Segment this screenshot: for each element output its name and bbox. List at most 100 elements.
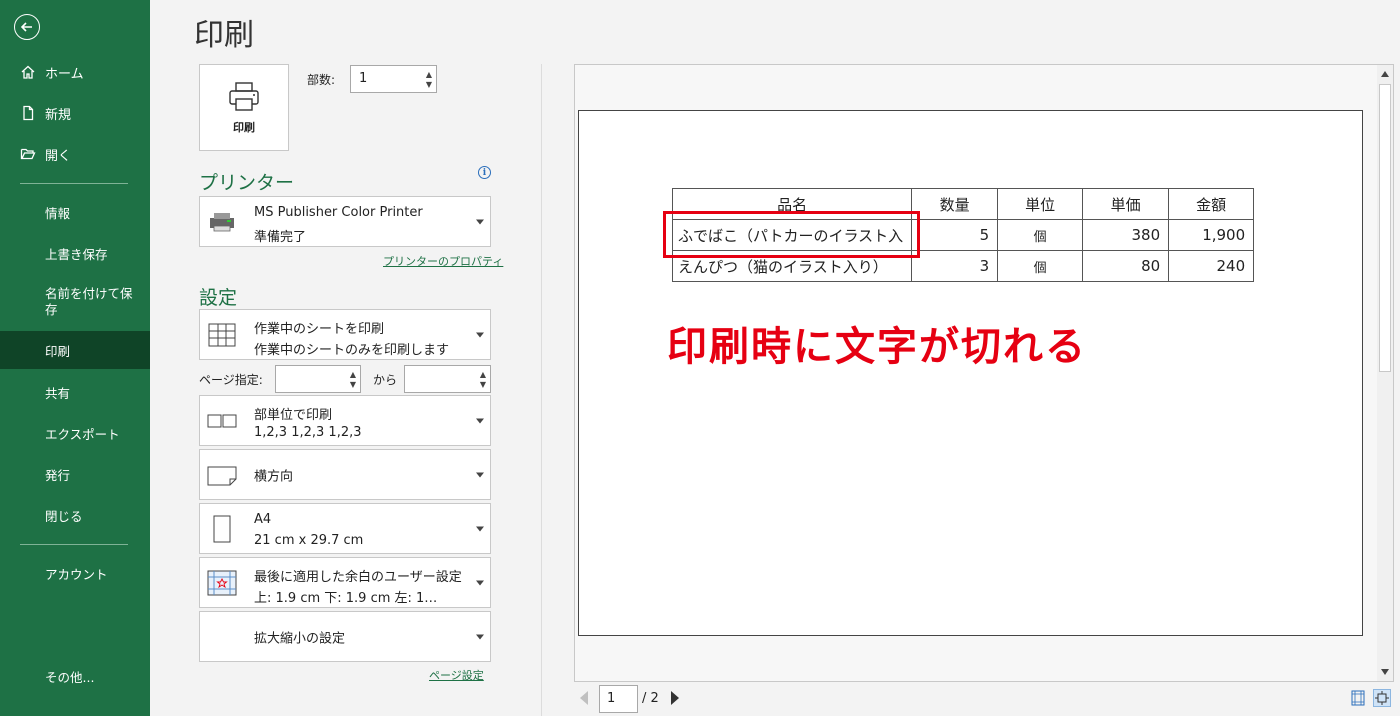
chevron-down-icon[interactable]: ▼ [350,381,356,389]
sidebar-item-export[interactable]: エクスポート [0,414,150,452]
table-cell: 80 [1082,250,1170,282]
table-cell: 3 [911,250,999,282]
page-number-value: 1 [607,691,616,706]
backstage-sidebar: ホーム 新規 開く 情報 上書き保存 名前を付けて保存 印刷 共有 エクスポート… [0,0,150,716]
copies-input[interactable]: 1 ▲ ▼ [350,65,437,93]
collate-desc: 1,2,3 1,2,3 1,2,3 [254,425,362,440]
settings-section-title: 設定 [199,287,238,309]
printer-properties-link[interactable]: プリンターのプロパティ [383,253,503,269]
scaling-dropdown[interactable]: 拡大縮小の設定 [199,611,491,662]
scroll-up-button[interactable] [1377,66,1393,82]
sidebar-item-open[interactable]: 開く [0,138,150,170]
print-button-label: 印刷 [233,120,255,134]
scrollbar-thumb[interactable] [1379,84,1391,372]
print-what-dropdown[interactable]: 作業中のシートを印刷 作業中のシートのみを印刷します [199,309,491,360]
next-page-button[interactable] [671,691,679,705]
panel-divider [541,64,542,716]
print-button[interactable]: 印刷 [199,64,289,151]
chevron-down-icon [476,634,484,639]
sidebar-item-new[interactable]: 新規 [0,97,150,129]
pages-from-input[interactable]: ▲ ▼ [275,365,361,393]
table-header-cell: 数量 [911,188,999,220]
pages-to-label: から [373,373,398,387]
annotation-text: 印刷時に文字が切れる [667,324,1087,370]
margins-desc: 上: 1.9 cm 下: 1.9 cm 左: 1… [254,591,438,606]
chevron-down-icon[interactable]: ▼ [426,81,432,89]
orientation-value: 横方向 [254,469,294,484]
sidebar-item-label: その他... [45,669,95,685]
collate-dropdown[interactable]: 部単位で印刷 1,2,3 1,2,3 1,2,3 [199,395,491,446]
chevron-down-icon [476,332,484,337]
pages-label: ページ指定: [199,373,263,387]
zoom-to-page-button[interactable] [1373,689,1391,707]
sidebar-item-label: 名前を付けて保存 [45,286,133,317]
sidebar-item-print[interactable]: 印刷 [0,331,150,369]
home-icon [19,63,37,81]
printer-section-title: プリンター [199,172,295,194]
info-icon[interactable]: i [478,166,491,179]
chevron-down-icon [476,526,484,531]
sidebar-item-save[interactable]: 上書き保存 [0,234,150,272]
zoom-page-icon [1375,691,1389,705]
sidebar-item-label: 印刷 [45,343,71,359]
printer-device-icon [206,206,238,238]
scroll-down-button[interactable] [1377,664,1393,680]
sidebar-divider [20,183,128,184]
table-header-cell: 単位 [997,188,1084,220]
truncation-highlight-box [663,211,920,258]
printer-dropdown[interactable]: MS Publisher Color Printer 準備完了 [199,196,491,247]
orientation-dropdown[interactable]: 横方向 [199,449,491,500]
previous-page-button[interactable] [580,691,588,705]
table-header-cell: 金額 [1168,188,1255,220]
landscape-page-icon [206,459,238,491]
new-document-icon [19,104,37,122]
sidebar-item-label: 情報 [45,205,71,221]
sheet-grid-icon [206,319,238,351]
chevron-down-icon [476,418,484,423]
sidebar-item-more[interactable]: その他... [0,657,150,695]
printer-name: MS Publisher Color Printer [254,205,423,220]
sidebar-item-account[interactable]: アカウント [0,554,150,592]
sidebar-item-close[interactable]: 閉じる [0,496,150,534]
sidebar-item-home[interactable]: ホーム [0,56,150,88]
show-margins-icon [1351,690,1365,706]
page-number-input[interactable]: 1 [599,685,638,713]
print-what-desc: 作業中のシートのみを印刷します [254,343,450,358]
table-cell: 380 [1082,219,1170,251]
sidebar-item-label: 新規 [45,107,72,123]
page-setup-link[interactable]: ページ設定 [429,667,484,683]
sidebar-item-share[interactable]: 共有 [0,373,150,411]
arrow-left-icon [20,22,32,32]
sidebar-item-label: ホーム [45,66,84,82]
page-total: / 2 [642,691,659,706]
table-cell: 個 [997,250,1084,282]
printer-icon [229,81,259,111]
sidebar-item-label: エクスポート [45,426,120,442]
chevron-up-icon[interactable]: ▲ [426,71,432,79]
table-header-cell: 単価 [1082,188,1170,220]
paper-size-dims: 21 cm x 29.7 cm [254,533,364,548]
pages-to-input[interactable]: ▲ ▼ [404,365,491,393]
folder-open-icon [19,145,37,163]
sidebar-item-info[interactable]: 情報 [0,193,150,231]
margins-dropdown[interactable]: 最後に適用した余白のユーザー設定 上: 1.9 cm 下: 1.9 cm 左: … [199,557,491,608]
chevron-up-icon[interactable]: ▲ [350,371,356,379]
paper-size-dropdown[interactable]: A4 21 cm x 29.7 cm [199,503,491,554]
table-cell: 240 [1168,250,1255,282]
chevron-down-icon [1381,669,1389,675]
chevron-down-icon [476,580,484,585]
copies-label: 部数: [307,73,336,87]
sidebar-item-label: 閉じる [45,508,83,524]
chevron-up-icon[interactable]: ▲ [480,371,486,379]
chevron-down-icon [476,472,484,477]
sidebar-item-publish[interactable]: 発行 [0,455,150,493]
sidebar-item-save-as[interactable]: 名前を付けて保存 [0,280,150,324]
sidebar-item-label: アカウント [45,566,108,582]
sidebar-divider [20,544,128,545]
chevron-down-icon[interactable]: ▼ [480,381,486,389]
portrait-page-icon [206,513,238,545]
show-margins-button[interactable] [1349,689,1367,707]
margins-title: 最後に適用した余白のユーザー設定 [254,570,462,585]
back-button[interactable] [14,14,40,40]
table-cell: 5 [911,219,999,251]
